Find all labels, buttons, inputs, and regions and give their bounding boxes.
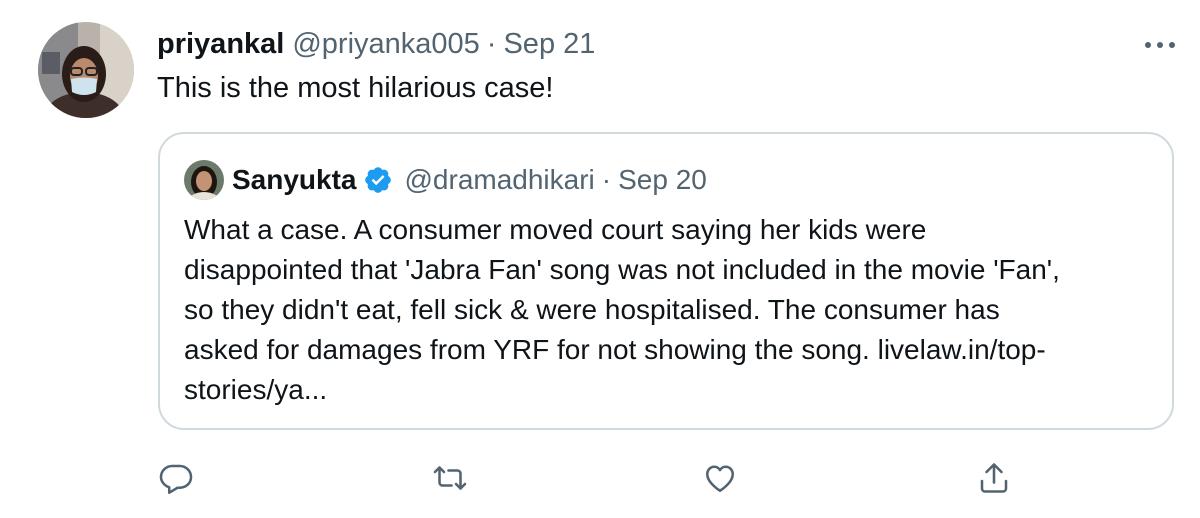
user-handle[interactable]: @priyanka005 (292, 28, 479, 61)
verified-badge-icon (363, 165, 393, 195)
quoted-text-line: What a case. A consumer moved court sayi… (184, 214, 927, 245)
quoted-text-line: asked for damages from YRF for not showi… (184, 334, 1046, 365)
quoted-tweet-header: Sanyukta @dramadhikari · Sep 20 (232, 160, 707, 200)
tweet[interactable]: priyankal @priyanka005 · Sep 21 This is … (0, 0, 1200, 518)
quoted-text-line: stories/ya... (184, 374, 328, 405)
display-name[interactable]: priyankal (157, 28, 284, 61)
heart-icon[interactable] (702, 460, 738, 496)
quoted-text-line: disappointed that 'Jabra Fan' song was n… (184, 254, 1060, 285)
tweet-text: This is the most hilarious case! (157, 72, 554, 104)
share-icon[interactable] (976, 460, 1012, 496)
more-horizontal-icon[interactable] (1140, 28, 1180, 62)
quoted-display-name[interactable]: Sanyukta (232, 164, 357, 196)
quoted-user-handle[interactable]: @dramadhikari (405, 164, 595, 196)
avatar[interactable] (38, 22, 134, 118)
retweet-icon[interactable] (432, 460, 468, 496)
quoted-tweet-card[interactable]: Sanyukta @dramadhikari · Sep 20 What a c… (158, 132, 1174, 430)
quoted-tweet-text: What a case. A consumer moved court sayi… (184, 210, 1144, 410)
quoted-timestamp[interactable]: Sep 20 (618, 164, 707, 196)
quoted-avatar[interactable] (184, 160, 224, 200)
separator-dot: · (601, 164, 612, 195)
separator-dot: · (486, 27, 497, 60)
reply-icon[interactable] (158, 460, 194, 496)
timestamp[interactable]: Sep 21 (503, 28, 595, 61)
quoted-text-line: so they didn't eat, fell sick & were hos… (184, 294, 1000, 325)
tweet-header: priyankal @priyanka005 · Sep 21 (157, 26, 595, 62)
